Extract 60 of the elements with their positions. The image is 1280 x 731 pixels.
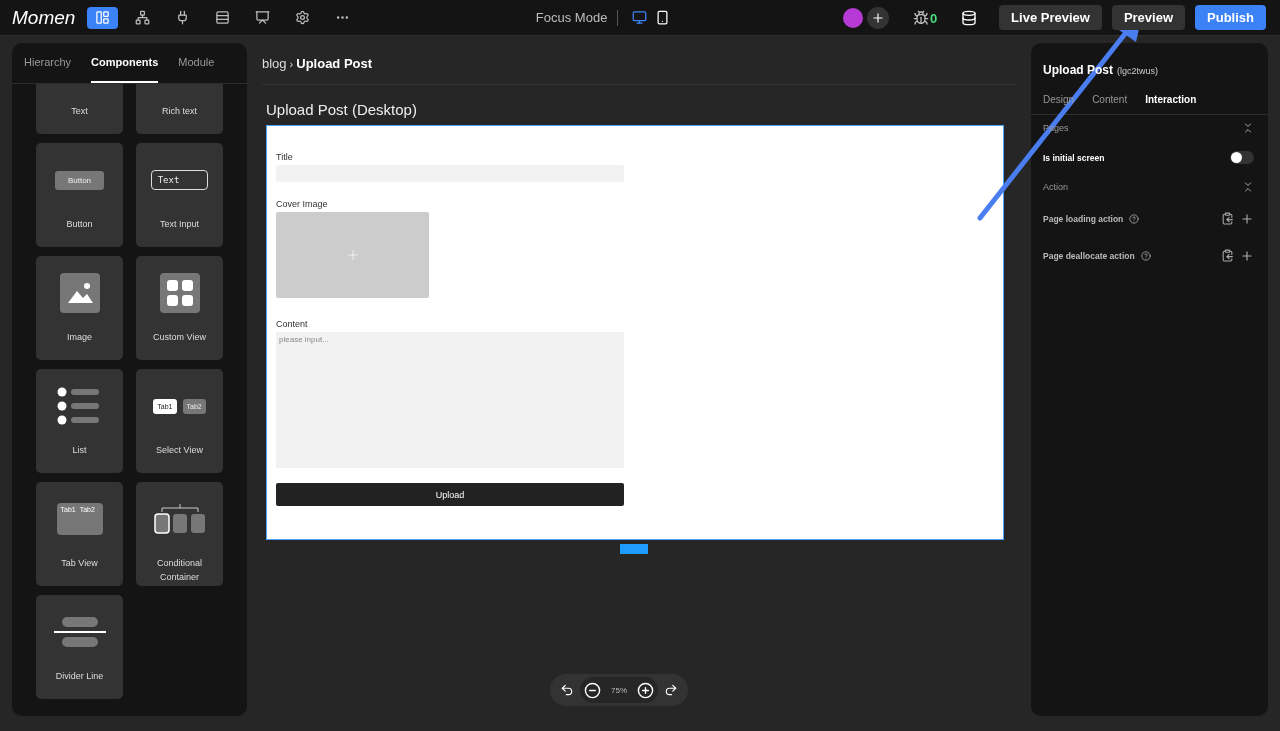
grid-icon bbox=[159, 273, 200, 313]
preview-button[interactable]: Preview bbox=[1111, 5, 1186, 30]
panel-tab[interactable]: Interaction bbox=[1145, 94, 1197, 105]
size-tag bbox=[620, 544, 648, 554]
setting-label: Page deallocate action bbox=[1043, 250, 1135, 261]
component-card[interactable]: Conditional Container bbox=[136, 482, 223, 586]
add-user-button[interactable] bbox=[866, 6, 889, 29]
toggle-switch[interactable] bbox=[1230, 151, 1254, 164]
focus-mode-label: Focus Mode bbox=[535, 10, 608, 25]
breadcrumb-separator: › bbox=[289, 57, 294, 70]
setting-label: Is initial screen bbox=[1043, 152, 1105, 163]
panel-tab[interactable]: Module bbox=[178, 43, 215, 83]
button-preview: Button bbox=[54, 170, 105, 190]
text-area[interactable]: please input... bbox=[276, 332, 624, 468]
field-label: Content bbox=[276, 319, 309, 329]
component-card[interactable]: Text bbox=[36, 84, 123, 134]
avatar[interactable] bbox=[842, 7, 863, 28]
component-id: (lgc2twus) bbox=[1117, 66, 1159, 76]
publish-button[interactable]: Publish bbox=[1195, 5, 1266, 30]
zoom-in-icon[interactable] bbox=[637, 681, 654, 699]
canvas-title: Upload Post (Desktop) bbox=[266, 101, 418, 118]
component-card[interactable]: Button Button bbox=[36, 143, 123, 247]
collapse-icon[interactable] bbox=[1242, 122, 1254, 134]
conditional-icon bbox=[151, 502, 208, 536]
logo: Momen bbox=[12, 6, 76, 29]
bug-count: 0 bbox=[929, 10, 938, 26]
layout-icon[interactable] bbox=[87, 6, 119, 29]
undo-icon[interactable] bbox=[560, 683, 574, 697]
field-label: Cover Image bbox=[276, 199, 329, 209]
zoom-level: 75% bbox=[611, 685, 627, 695]
help-icon[interactable] bbox=[1129, 213, 1140, 224]
image-icon bbox=[59, 273, 100, 313]
divider-icon bbox=[52, 615, 107, 649]
add-icon[interactable] bbox=[1240, 211, 1254, 226]
section-title: Action bbox=[1043, 182, 1068, 192]
zoom-out-icon[interactable] bbox=[584, 681, 601, 699]
database-icon[interactable] bbox=[961, 9, 978, 26]
bug-icon[interactable] bbox=[912, 9, 929, 26]
component-card[interactable]: Rich text bbox=[136, 84, 223, 134]
setting-label: Page loading action bbox=[1043, 213, 1124, 224]
clipboard-icon[interactable] bbox=[1221, 212, 1234, 225]
clipboard-icon[interactable] bbox=[1221, 249, 1234, 262]
component-card[interactable]: List bbox=[36, 369, 123, 473]
help-icon[interactable] bbox=[1140, 250, 1151, 261]
collapse-icon[interactable] bbox=[1242, 181, 1254, 193]
redo-icon[interactable] bbox=[664, 683, 678, 697]
preview-button[interactable]: Live Preview bbox=[999, 5, 1102, 30]
panel-tab[interactable]: Hierarchy bbox=[24, 43, 72, 83]
upload-button[interactable]: Upload bbox=[276, 483, 624, 506]
field-label: Title bbox=[276, 152, 294, 162]
component-card[interactable]: Text Text Input bbox=[136, 143, 223, 247]
panel-tab[interactable]: Content bbox=[1092, 94, 1128, 105]
breadcrumb-current: Upload Post bbox=[296, 56, 373, 71]
component-card[interactable]: Custom View bbox=[136, 256, 223, 360]
breadcrumb-link[interactable]: blog bbox=[262, 56, 287, 71]
add-icon[interactable] bbox=[1240, 248, 1254, 263]
component-card[interactable]: Divider Line bbox=[36, 595, 123, 699]
plus-icon bbox=[870, 10, 885, 25]
text-input-preview: Text bbox=[150, 170, 209, 190]
component-card[interactable]: Image bbox=[36, 256, 123, 360]
